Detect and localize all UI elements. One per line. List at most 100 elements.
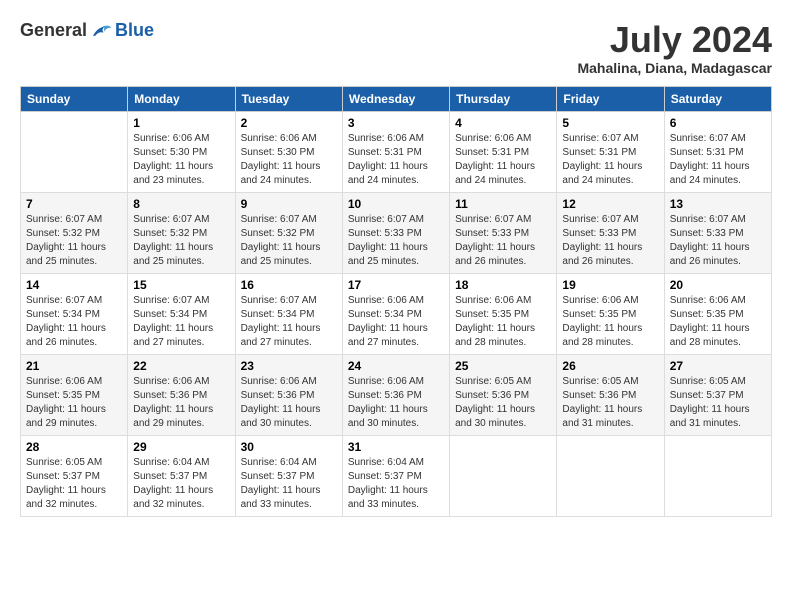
day-number: 3 — [348, 116, 444, 130]
logo-bird-icon — [89, 21, 113, 41]
day-header-sunday: Sunday — [21, 86, 128, 111]
day-info: Sunrise: 6:06 AMSunset: 5:36 PMDaylight:… — [348, 375, 444, 431]
calendar-cell — [21, 111, 128, 192]
day-number: 27 — [670, 359, 766, 373]
calendar-cell — [450, 435, 557, 516]
day-number: 14 — [26, 278, 122, 292]
calendar-cell: 14Sunrise: 6:07 AMSunset: 5:34 PMDayligh… — [21, 273, 128, 354]
day-header-wednesday: Wednesday — [342, 86, 449, 111]
day-info: Sunrise: 6:04 AMSunset: 5:37 PMDaylight:… — [133, 456, 229, 512]
calendar-cell — [557, 435, 664, 516]
day-info: Sunrise: 6:07 AMSunset: 5:33 PMDaylight:… — [455, 213, 551, 269]
calendar-week-row: 21 Sunrise: 6:06 AMSunset: 5:35 PMDayligh… — [21, 354, 772, 435]
calendar-cell: 12 Sunrise: 6:07 AMSunset: 5:33 PMDayligh… — [557, 192, 664, 273]
day-header-tuesday: Tuesday — [235, 86, 342, 111]
day-info: Sunrise: 6:05 AMSunset: 5:36 PMDaylight:… — [562, 375, 658, 431]
day-info: Sunrise: 6:07 AMSunset: 5:32 PMDaylight:… — [241, 213, 337, 269]
calendar-cell: 7 Sunrise: 6:07 AMSunset: 5:32 PMDaylight… — [21, 192, 128, 273]
day-number: 19 — [562, 278, 658, 292]
day-number: 31 — [348, 440, 444, 454]
calendar-cell: 3Sunrise: 6:06 AMSunset: 5:31 PMDaylight… — [342, 111, 449, 192]
day-info: Sunrise: 6:06 AMSunset: 5:35 PMDaylight:… — [26, 375, 122, 431]
day-info: Sunrise: 6:07 AMSunset: 5:33 PMDaylight:… — [562, 213, 658, 269]
day-number: 28 — [26, 440, 122, 454]
calendar-header-row: SundayMondayTuesdayWednesdayThursdayFrid… — [21, 86, 772, 111]
day-header-thursday: Thursday — [450, 86, 557, 111]
day-number: 6 — [670, 116, 766, 130]
calendar-cell: 25 Sunrise: 6:05 AMSunset: 5:36 PMDayligh… — [450, 354, 557, 435]
calendar-cell: 13 Sunrise: 6:07 AMSunset: 5:33 PMDayligh… — [664, 192, 771, 273]
day-number: 25 — [455, 359, 551, 373]
day-number: 24 — [348, 359, 444, 373]
day-info: Sunrise: 6:06 AMSunset: 5:35 PMDaylight:… — [455, 294, 551, 350]
day-number: 9 — [241, 197, 337, 211]
calendar-week-row: 28 Sunrise: 6:05 AMSunset: 5:37 PMDayligh… — [21, 435, 772, 516]
day-info: Sunrise: 6:07 AMSunset: 5:33 PMDaylight:… — [670, 213, 766, 269]
calendar-cell: 21 Sunrise: 6:06 AMSunset: 5:35 PMDayligh… — [21, 354, 128, 435]
calendar-cell: 24 Sunrise: 6:06 AMSunset: 5:36 PMDayligh… — [342, 354, 449, 435]
calendar-cell: 23 Sunrise: 6:06 AMSunset: 5:36 PMDayligh… — [235, 354, 342, 435]
calendar-cell: 28 Sunrise: 6:05 AMSunset: 5:37 PMDayligh… — [21, 435, 128, 516]
day-number: 29 — [133, 440, 229, 454]
day-number: 11 — [455, 197, 551, 211]
calendar-cell: 30 Sunrise: 6:04 AMSunset: 5:37 PMDayligh… — [235, 435, 342, 516]
calendar-cell: 18 Sunrise: 6:06 AMSunset: 5:35 PMDayligh… — [450, 273, 557, 354]
calendar-cell: 9 Sunrise: 6:07 AMSunset: 5:32 PMDaylight… — [235, 192, 342, 273]
day-info: Sunrise: 6:06 AMSunset: 5:30 PMDaylight:… — [133, 132, 229, 188]
day-info: Sunrise: 6:05 AMSunset: 5:36 PMDaylight:… — [455, 375, 551, 431]
day-number: 10 — [348, 197, 444, 211]
day-number: 8 — [133, 197, 229, 211]
day-info: Sunrise: 6:07 AMSunset: 5:34 PMDaylight:… — [133, 294, 229, 350]
day-info: Sunrise: 6:04 AMSunset: 5:37 PMDaylight:… — [348, 456, 444, 512]
calendar-cell: 5Sunrise: 6:07 AMSunset: 5:31 PMDaylight… — [557, 111, 664, 192]
calendar-cell: 17Sunrise: 6:06 AMSunset: 5:34 PMDayligh… — [342, 273, 449, 354]
day-info: Sunrise: 6:07 AMSunset: 5:33 PMDaylight:… — [348, 213, 444, 269]
logo: General Blue — [20, 20, 154, 41]
day-number: 30 — [241, 440, 337, 454]
day-number: 1 — [133, 116, 229, 130]
day-number: 20 — [670, 278, 766, 292]
month-year-title: July 2024 — [577, 20, 772, 60]
day-number: 17 — [348, 278, 444, 292]
calendar-table: SundayMondayTuesdayWednesdayThursdayFrid… — [20, 86, 772, 517]
day-number: 13 — [670, 197, 766, 211]
calendar-week-row: 7 Sunrise: 6:07 AMSunset: 5:32 PMDaylight… — [21, 192, 772, 273]
calendar-week-row: 1 Sunrise: 6:06 AMSunset: 5:30 PMDaylight… — [21, 111, 772, 192]
day-info: Sunrise: 6:07 AMSunset: 5:32 PMDaylight:… — [26, 213, 122, 269]
day-header-friday: Friday — [557, 86, 664, 111]
day-number: 26 — [562, 359, 658, 373]
calendar-cell: 27 Sunrise: 6:05 AMSunset: 5:37 PMDayligh… — [664, 354, 771, 435]
day-number: 22 — [133, 359, 229, 373]
day-number: 18 — [455, 278, 551, 292]
day-header-saturday: Saturday — [664, 86, 771, 111]
day-info: Sunrise: 6:06 AMSunset: 5:31 PMDaylight:… — [455, 132, 551, 188]
page-header: General Blue July 2024 Mahalina, Diana, … — [20, 20, 772, 76]
day-info: Sunrise: 6:06 AMSunset: 5:35 PMDaylight:… — [670, 294, 766, 350]
day-number: 12 — [562, 197, 658, 211]
calendar-cell: 22 Sunrise: 6:06 AMSunset: 5:36 PMDayligh… — [128, 354, 235, 435]
day-info: Sunrise: 6:07 AMSunset: 5:31 PMDaylight:… — [670, 132, 766, 188]
day-info: Sunrise: 6:06 AMSunset: 5:36 PMDaylight:… — [241, 375, 337, 431]
calendar-cell: 2Sunrise: 6:06 AMSunset: 5:30 PMDaylight… — [235, 111, 342, 192]
logo-general: General — [20, 20, 87, 41]
day-info: Sunrise: 6:05 AMSunset: 5:37 PMDaylight:… — [670, 375, 766, 431]
day-info: Sunrise: 6:04 AMSunset: 5:37 PMDaylight:… — [241, 456, 337, 512]
calendar-cell: 8Sunrise: 6:07 AMSunset: 5:32 PMDaylight… — [128, 192, 235, 273]
day-number: 7 — [26, 197, 122, 211]
calendar-cell: 19 Sunrise: 6:06 AMSunset: 5:35 PMDayligh… — [557, 273, 664, 354]
calendar-cell: 11 Sunrise: 6:07 AMSunset: 5:33 PMDayligh… — [450, 192, 557, 273]
day-number: 23 — [241, 359, 337, 373]
day-info: Sunrise: 6:06 AMSunset: 5:36 PMDaylight:… — [133, 375, 229, 431]
day-info: Sunrise: 6:06 AMSunset: 5:35 PMDaylight:… — [562, 294, 658, 350]
day-number: 2 — [241, 116, 337, 130]
day-number: 4 — [455, 116, 551, 130]
logo-blue: Blue — [115, 20, 154, 41]
calendar-cell: 16Sunrise: 6:07 AMSunset: 5:34 PMDayligh… — [235, 273, 342, 354]
day-number: 16 — [241, 278, 337, 292]
day-number: 21 — [26, 359, 122, 373]
calendar-cell: 1 Sunrise: 6:06 AMSunset: 5:30 PMDaylight… — [128, 111, 235, 192]
calendar-cell: 6 Sunrise: 6:07 AMSunset: 5:31 PMDaylight… — [664, 111, 771, 192]
day-number: 15 — [133, 278, 229, 292]
day-info: Sunrise: 6:05 AMSunset: 5:37 PMDaylight:… — [26, 456, 122, 512]
location-subtitle: Mahalina, Diana, Madagascar — [577, 60, 772, 76]
